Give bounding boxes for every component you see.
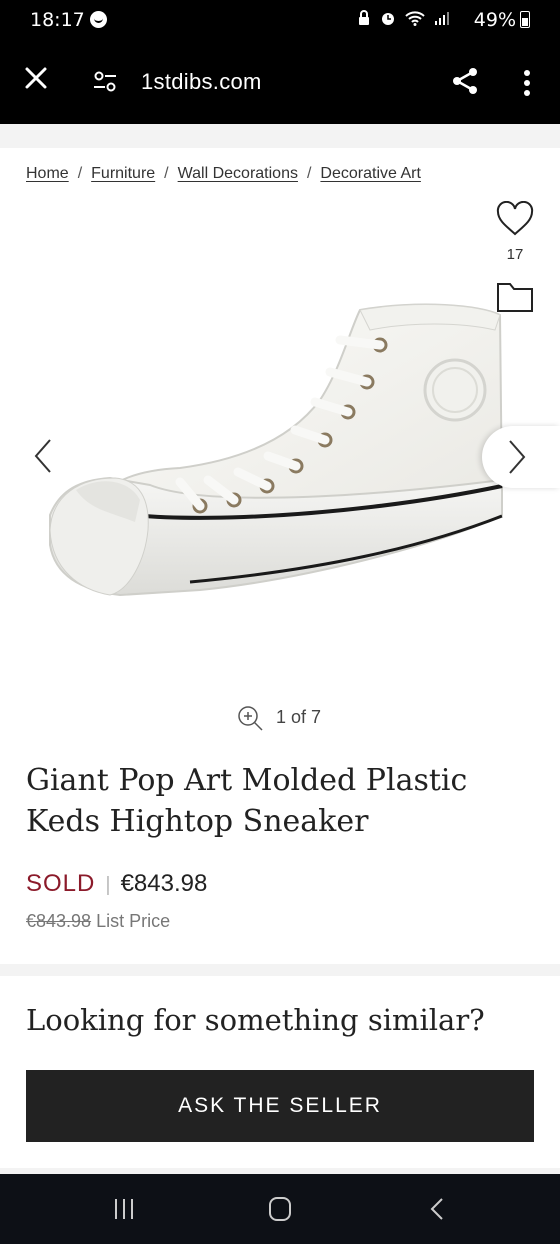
heart-icon[interactable] xyxy=(496,200,534,237)
breadcrumb-wall-decorations[interactable]: Wall Decorations xyxy=(178,165,298,182)
wifi-icon xyxy=(405,11,425,26)
breadcrumb-decorative-art[interactable]: Decorative Art xyxy=(320,165,420,182)
system-nav-bar xyxy=(0,1174,560,1244)
share-icon[interactable] xyxy=(450,66,480,96)
breadcrumb-separator: / xyxy=(77,165,83,182)
signal-icon xyxy=(435,12,449,25)
whatsapp-icon xyxy=(90,11,107,28)
breadcrumb-separator: / xyxy=(164,165,169,182)
list-price: €843.98 xyxy=(26,911,92,931)
status-icons xyxy=(357,10,450,28)
breadcrumb-separator: / xyxy=(306,165,312,182)
status-bar: 18:17 49% xyxy=(0,0,560,42)
favorite-count: 17 xyxy=(506,246,524,263)
tune-icon[interactable] xyxy=(92,70,118,94)
previous-image-icon[interactable] xyxy=(30,436,56,476)
lock-icon xyxy=(359,10,370,25)
breadcrumb-furniture[interactable]: Furniture xyxy=(91,165,155,182)
product-title: Giant Pop Art Molded Plastic Keds Highto… xyxy=(26,763,468,839)
alarm-icon xyxy=(381,13,394,25)
breadcrumb: Home / Furniture / Wall Decorations / Decorati… xyxy=(26,165,421,183)
list-price-label: List Price xyxy=(96,911,171,931)
home-icon[interactable] xyxy=(268,1196,292,1222)
breadcrumb-home[interactable]: Home xyxy=(26,165,69,182)
sale-price: €843.98 xyxy=(120,870,208,897)
price-divider: | xyxy=(105,874,111,896)
next-image-icon[interactable] xyxy=(504,437,530,477)
url-text[interactable]: 1stdibs.com xyxy=(141,69,262,95)
ask-seller-button[interactable]: ASK THE SELLER xyxy=(26,1070,534,1142)
battery-icon xyxy=(520,11,530,28)
battery-percent: 49% xyxy=(473,9,516,31)
status-time: 18:17 xyxy=(30,9,85,31)
sold-status: SOLD xyxy=(26,870,96,897)
back-icon[interactable] xyxy=(428,1196,446,1222)
more-icon[interactable] xyxy=(517,68,537,98)
product-image[interactable] xyxy=(40,290,510,610)
next-image-button[interactable] xyxy=(482,426,560,488)
zoom-in-icon[interactable] xyxy=(236,704,264,732)
header-divider xyxy=(0,124,560,148)
browser-toolbar: 1stdibs.com xyxy=(0,42,560,124)
price-row: SOLD | €843.98 xyxy=(26,870,207,898)
similar-heading: Looking for something similar? xyxy=(26,1003,485,1037)
recents-icon[interactable] xyxy=(112,1197,136,1221)
section-divider xyxy=(0,964,560,976)
list-price-row: €843.98 List Price xyxy=(26,911,170,932)
image-counter-text: 1 of 7 xyxy=(276,707,322,727)
close-icon[interactable] xyxy=(22,64,50,92)
